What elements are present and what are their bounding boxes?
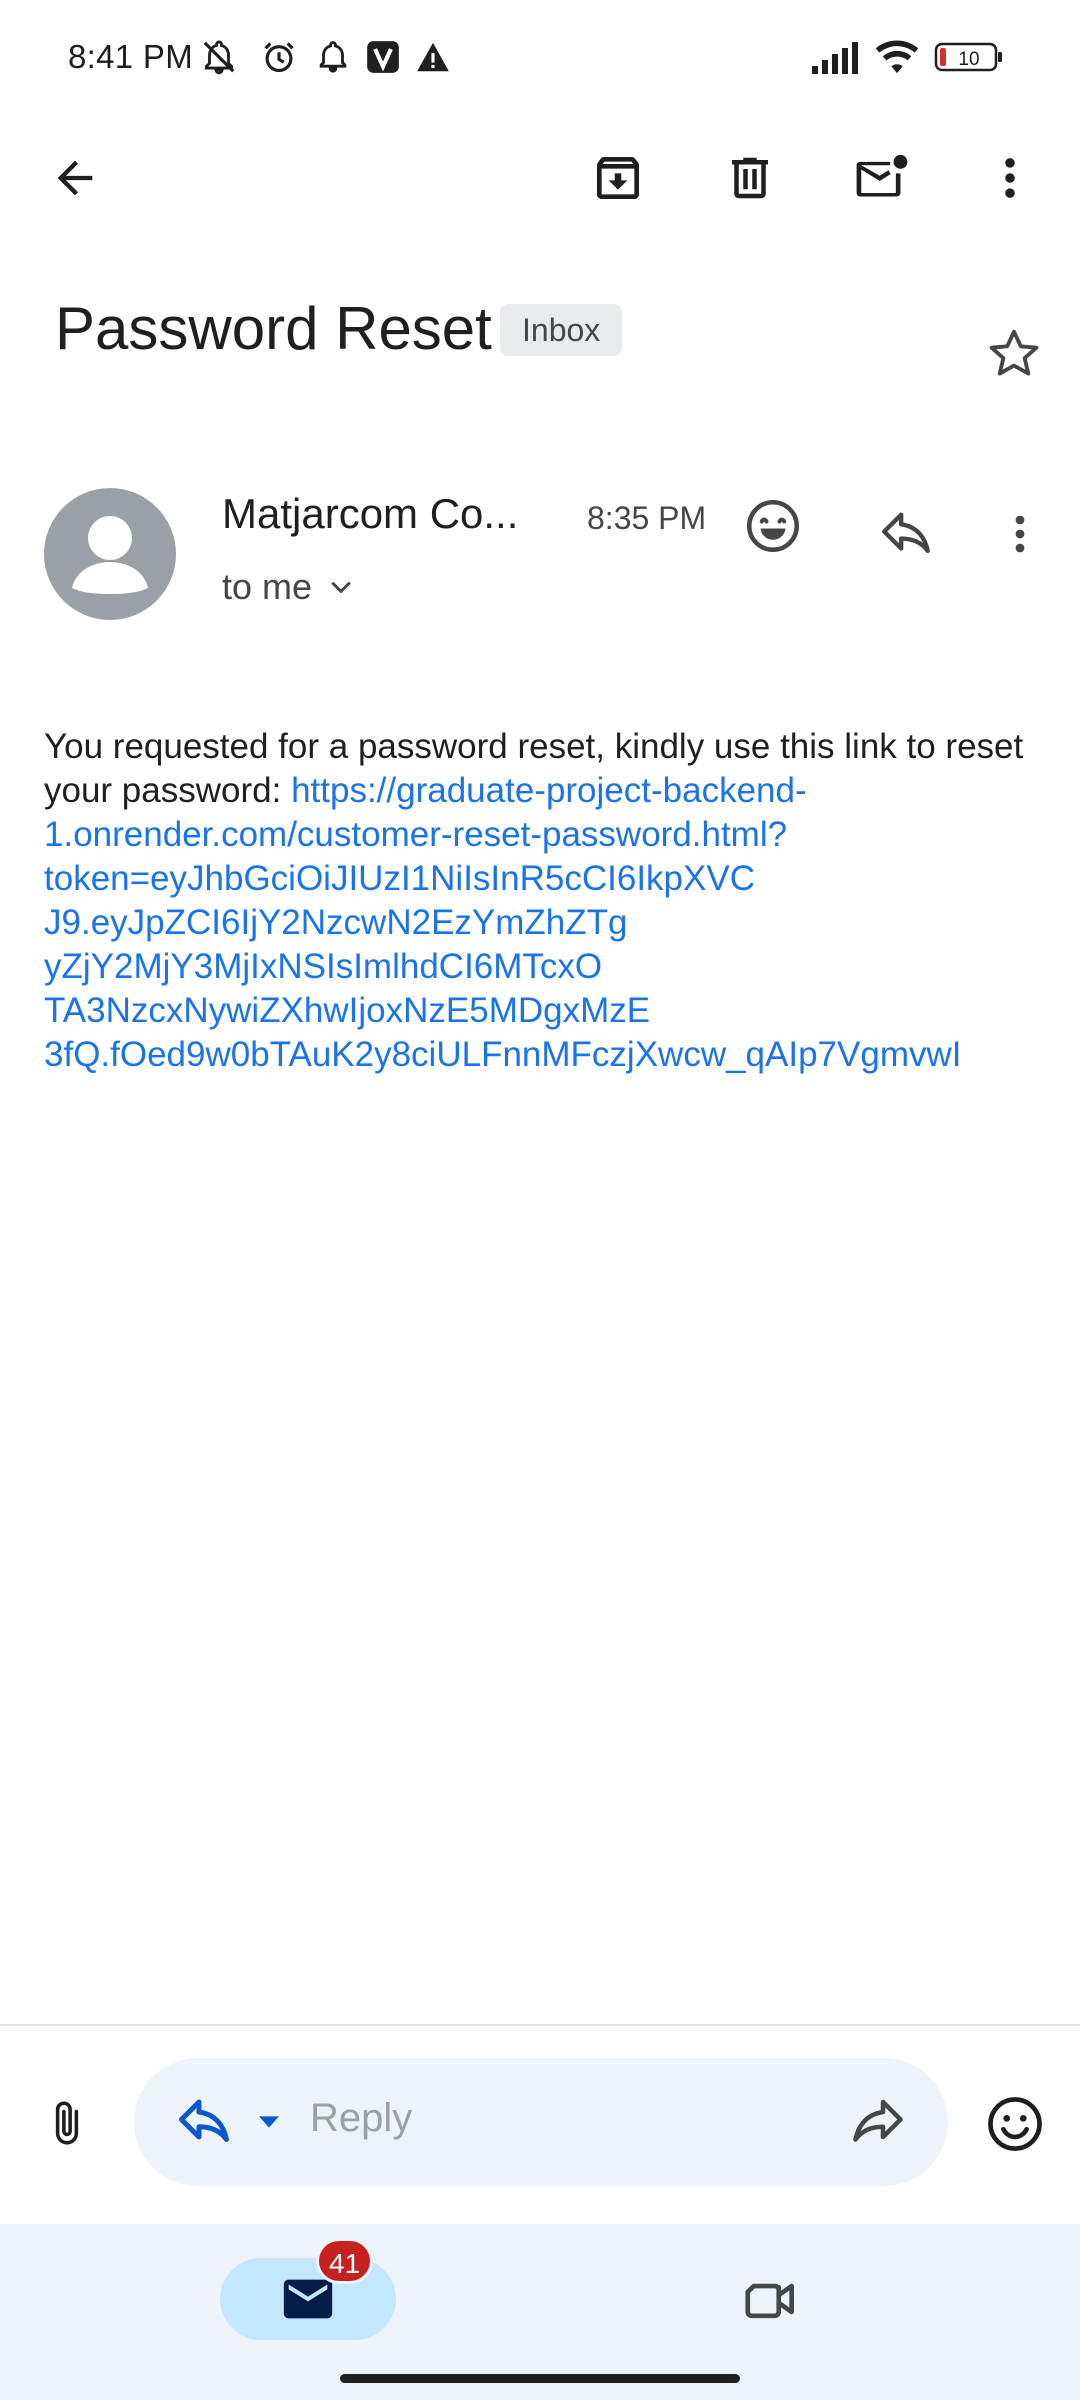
add-reaction-button[interactable]	[733, 486, 813, 566]
reply-button[interactable]	[866, 494, 946, 574]
status-bar: 8:41 PM 10	[0, 0, 1080, 118]
email-timestamp: 8:35 PM	[587, 500, 707, 536]
recipient-label: to me	[222, 566, 313, 607]
archive-icon	[597, 157, 639, 199]
link-line-6: TA3NzcxNywiZXhwIjoxNzE5MDgxMzE	[44, 991, 651, 1030]
star-button[interactable]	[975, 315, 1053, 393]
sender-avatar[interactable]	[44, 488, 176, 620]
reply-options-dropdown[interactable]	[244, 2094, 294, 2150]
chevron-down-icon	[331, 581, 351, 594]
video-camera-icon	[745, 2283, 794, 2319]
inbox-label-chip[interactable]: Inbox	[500, 304, 623, 356]
alarm-icon	[260, 38, 298, 76]
battery-icon: 10	[934, 38, 1004, 81]
emoji-icon	[988, 2097, 1042, 2151]
link-line-2: 1.onrender.com/customer-reset-password.h…	[44, 815, 788, 854]
delete-icon	[732, 157, 768, 199]
warning-icon	[414, 38, 452, 76]
archive-button[interactable]	[578, 138, 658, 218]
sender-name[interactable]: Matjarcom Co...	[222, 490, 518, 538]
star-icon	[989, 329, 1039, 376]
link-line-1: https://graduate-project-backend-	[291, 771, 807, 810]
emoji-button[interactable]	[975, 2084, 1055, 2164]
password-reset-link[interactable]: https://graduate-project-backend- 1.onren…	[44, 771, 1044, 1077]
attach-button[interactable]	[30, 2086, 104, 2160]
message-more-button[interactable]	[980, 494, 1060, 574]
recipient-toggle[interactable]: to me	[222, 566, 356, 608]
subject-row: Password Reset Inbox	[0, 280, 1080, 390]
home-indicator[interactable]	[340, 2374, 740, 2383]
forward-button[interactable]	[844, 2088, 912, 2156]
notification-bell-icon	[314, 38, 352, 76]
emoji-reaction-icon	[747, 500, 799, 552]
link-line-5: yZjY2MjY3MjIxNSIsImlhdCI6MTcxO	[44, 947, 603, 986]
sender-row: Matjarcom Co... 8:35 PM to me	[0, 480, 1080, 630]
reply-placeholder: Reply	[310, 2096, 413, 2140]
status-time: 8:41 PM	[68, 38, 193, 75]
signal-icon	[810, 38, 862, 81]
reply-icon	[179, 2099, 229, 2142]
battery-level: 10	[958, 49, 979, 70]
paperclip-icon	[55, 2101, 79, 2145]
link-line-7: 3fQ.fOed9w0bTAuK2y8ciULFnnMFczjXwcw_qAIp…	[44, 1035, 962, 1074]
reply-compose-field[interactable]: Reply	[134, 2058, 948, 2186]
link-line-3: token=eyJhbGciOiJIUzI1NiIsInR5cCI6IkpXVC	[44, 859, 755, 898]
back-arrow-icon	[57, 160, 93, 196]
wifi-icon	[874, 38, 920, 81]
forward-icon	[853, 2099, 903, 2142]
caret-down-icon	[259, 2116, 279, 2128]
muted-notifications-icon	[200, 38, 238, 76]
link-line-4: J9.eyJpZCI6IjY2NzcwN2EzYmZhZTg	[44, 903, 628, 942]
reply-icon	[882, 512, 930, 554]
email-body: You requested for a password reset, kind…	[44, 725, 1044, 1077]
email-subject: Password Reset	[55, 295, 492, 362]
nav-meet-tab[interactable]	[730, 2258, 812, 2340]
mark-unread-icon	[856, 154, 908, 197]
back-button[interactable]	[35, 138, 115, 218]
mark-unread-button[interactable]	[842, 138, 922, 218]
reply-type-button[interactable]	[170, 2088, 238, 2156]
person-icon	[72, 516, 148, 594]
reply-bar: Reply	[0, 2026, 1080, 2224]
more-vert-icon	[1005, 158, 1015, 198]
v-app-icon	[364, 38, 402, 76]
delete-button[interactable]	[710, 138, 790, 218]
more-options-button[interactable]	[970, 138, 1050, 218]
email-toolbar	[0, 130, 1080, 226]
more-vert-icon	[1015, 515, 1025, 553]
unread-count-badge: 41	[316, 2238, 374, 2284]
